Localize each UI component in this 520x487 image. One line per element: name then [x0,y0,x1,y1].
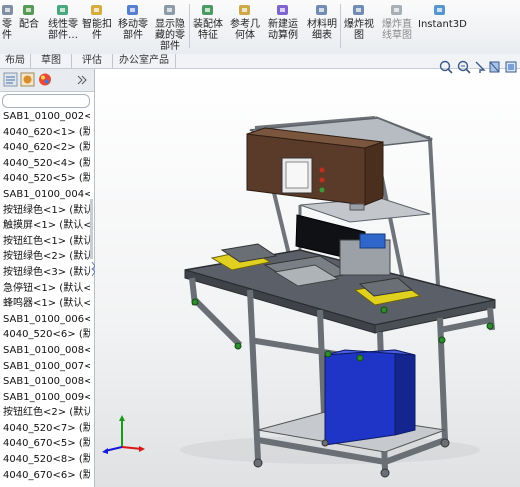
tree-item[interactable]: SAB1_0100_007< [0,359,90,375]
linear-pattern-icon [57,5,68,15]
toolbar-button-8[interactable]: 新建运 动算例 [266,2,300,41]
tree-scrollbar[interactable] [90,199,93,259]
electrical-box [324,349,416,446]
tree-item[interactable]: 按钮绿色<3> (默认 [0,265,90,281]
toolbar-button-2[interactable]: 线性零 部件… [48,2,78,41]
toolbar-button-label: 智能扣 件 [82,19,112,41]
bom-icon [316,5,327,15]
toolbar-button-label: 线性零 部件… [48,19,78,41]
panel-tab-overflow-icon[interactable] [77,75,87,85]
toolbar-button-9[interactable]: 材料明 细表 [306,2,338,41]
exploded-view-icon [353,5,364,15]
toolbar-button-3[interactable]: 智能扣 件 [82,2,112,41]
tab-evaluate[interactable]: 评估 [72,54,113,68]
tree-item[interactable]: 按钮绿色<2> (默认 [0,249,90,265]
tree-item[interactable]: 触摸屏<1> (默认< [0,218,90,234]
tree-filter-input[interactable] [2,94,90,108]
toolbar-button-label: 参考几 何体 [230,19,260,41]
toolbar-button-11[interactable]: 爆炸直 线草图 [380,2,414,41]
tree-item[interactable]: 4040_620<2> (默 [0,140,90,156]
view-orientation-icon[interactable] [505,61,517,73]
toolbar-button-label: 材料明 细表 [307,19,337,41]
explode-line-sketch-icon [391,5,402,15]
feature-tree: SAB1_0100_002< 4040_620<1> (默 4040_620<2> … [0,109,90,483]
assembly-model [180,116,496,478]
instant3d-icon [434,5,445,15]
zoom-to-area-icon[interactable] [457,60,471,74]
tab-layout[interactable]: 布局 [0,54,31,68]
tree-item[interactable]: 急停钮<1> (默认< [0,281,90,297]
tab-office-products[interactable]: 办公室产品 [113,54,176,68]
control-cabinet [246,127,384,206]
toolbar-button-label: 装配体 特征 [193,19,223,41]
tab-sketch[interactable]: 草图 [31,54,72,68]
zoom-to-fit-icon[interactable] [439,60,453,74]
toolbar-button-5[interactable]: 显示隐 藏的零 部件 [153,2,187,52]
toolbar-button-4[interactable]: 移动零 部件 [116,2,150,41]
tree-item[interactable]: 4040_620<1> (默 [0,125,90,141]
motion-study-icon [277,5,288,15]
toolbar-button-6[interactable]: 装配体 特征 [192,2,224,41]
tree-item[interactable]: 按钮红色<2> (默认 [0,405,90,421]
smart-fastener-icon [91,5,102,15]
tree-item[interactable]: 4040_520<5> (默 [0,171,90,187]
toolbar-button-label: Instant3D [418,19,467,30]
toolbar-separator [340,4,341,48]
tree-item[interactable]: SAB1_0100_008< [0,343,90,359]
toolbar-button-label: 移动零 部件 [118,19,148,41]
tree-item[interactable]: 4040_520<4> (默 [0,156,90,172]
config-manager-icon[interactable] [20,72,35,87]
section-view-icon[interactable] [489,61,500,73]
tree-item[interactable]: 4040_670<5> (默 [0,436,90,452]
tree-item[interactable]: SAB1_0100_006< [0,312,90,328]
tree-item[interactable]: 4040_520<6> (默 [0,327,90,343]
tree-item[interactable]: SAB1_0100_004< [0,187,90,203]
toolbar-button-label: 爆炸直 线草图 [382,19,412,41]
panel-tab-strip [0,69,94,92]
toolbar-button-7[interactable]: 参考几 何体 [228,2,262,41]
mate-icon [23,5,34,15]
tree-item[interactable]: 4040_520<8> (默 [0,452,90,468]
show-hidden-icon [164,5,175,15]
reference-geometry-icon [239,5,250,15]
appearance-manager-icon[interactable] [39,73,51,86]
toolbar-button-12[interactable]: Instant3D [418,2,467,30]
tree-item[interactable]: 蜂鸣器<1> (默认< [0,296,90,312]
heads-up-view-toolbar [439,60,517,74]
toolbar-button-1[interactable]: 配合 [18,2,40,30]
toolbar-separator [189,4,190,48]
toolbar-button-label: 爆炸视 图 [344,19,374,41]
command-manager-toolbar: 零 件配合 线性零 部件… 智能扣 件移动零 部件 显示隐 藏的零 部件 装配体 特征参… [0,0,520,55]
property-manager-icon[interactable] [3,72,18,87]
tree-item[interactable]: 按钮绿色<1> (默认 [0,203,90,219]
previous-view-icon[interactable] [475,61,486,73]
axis-triad-icon [102,415,145,454]
move-component-icon [127,5,138,15]
tree-item[interactable]: SAB1_0100_009< [0,390,90,406]
tree-item[interactable]: SAB1_0100_002< [0,109,90,125]
tree-item[interactable]: SAB1_0100_008< [0,374,90,390]
toolbar-button-10[interactable]: 爆炸视 图 [344,2,374,41]
assembly-feature-icon [202,5,213,15]
tree-item[interactable]: 4040_520<7> (默 [0,421,90,437]
toolbar-button-label: 零 件 [2,19,12,41]
graphics-viewport[interactable] [95,69,520,487]
toolbar-button-0[interactable]: 零 件 [0,2,14,41]
toolbar-button-label: 显示隐 藏的零 部件 [155,19,185,52]
feature-manager-panel: SAB1_0100_002< 4040_620<1> (默 4040_620<2> … [0,69,95,487]
toolbar-button-label: 配合 [19,19,39,30]
tree-item[interactable]: 4040_670<6> (默 [0,468,90,484]
toolbar-button-label: 新建运 动算例 [268,19,298,41]
part-icon [2,5,13,15]
tree-item[interactable]: 按钮红色<1> (默认 [0,234,90,250]
